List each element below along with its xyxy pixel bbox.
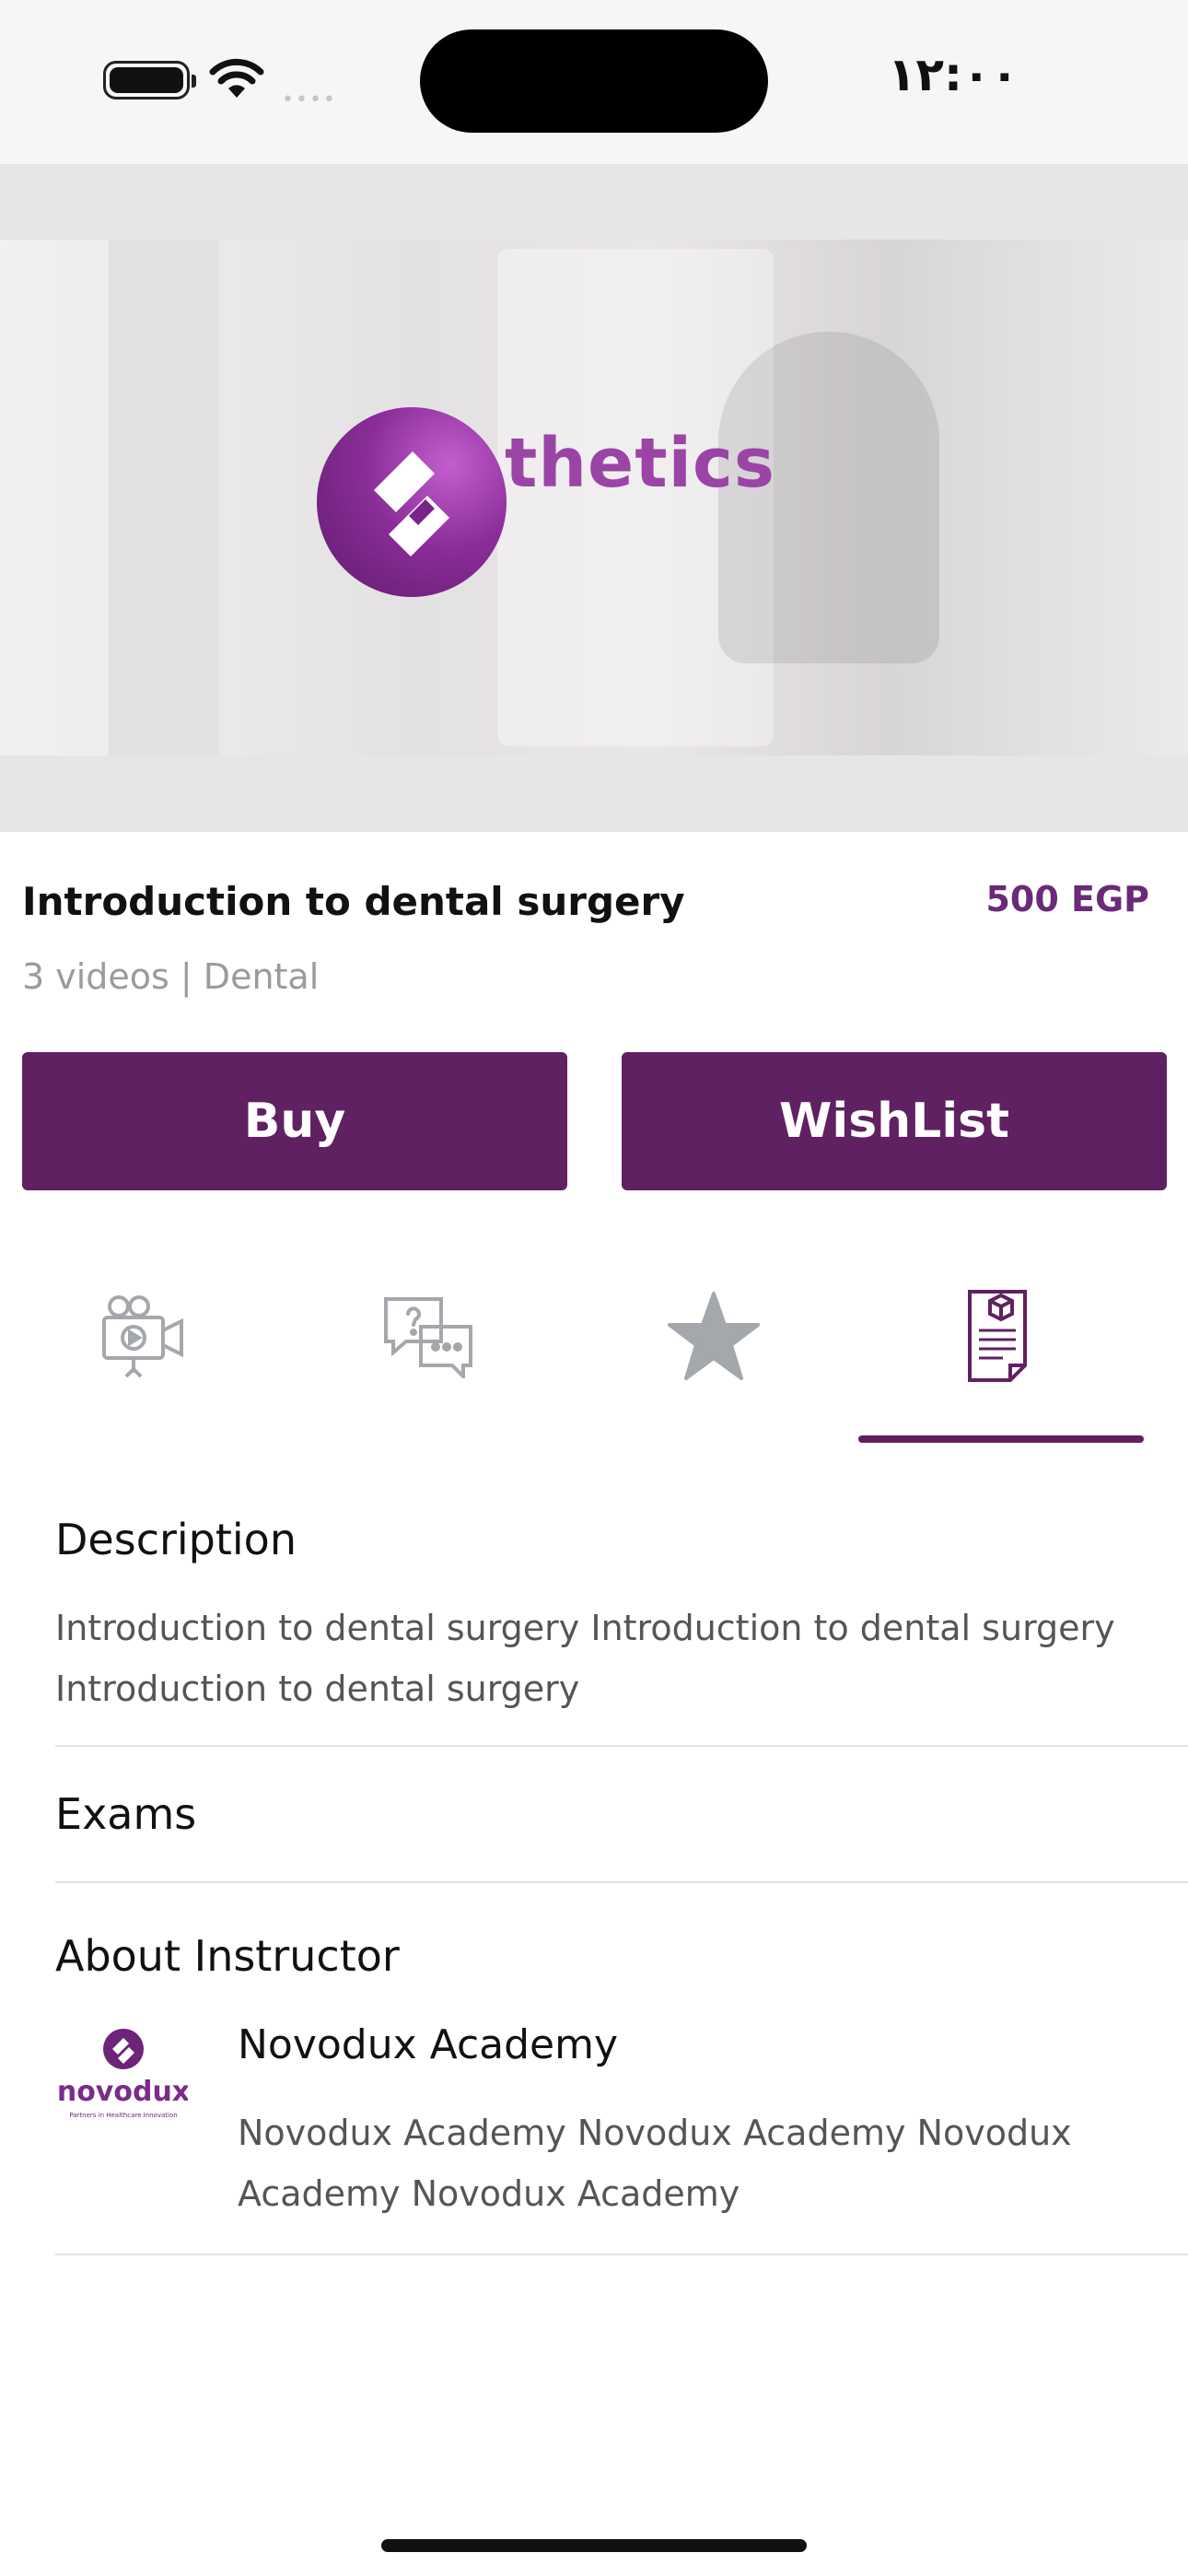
instructor-avatar: novodux Partners in Healthcare Innovatio…: [57, 2027, 190, 2128]
home-indicator[interactable]: [381, 2539, 807, 2552]
course-video-thumbnail[interactable]: thetics: [0, 164, 1188, 832]
status-time: ١٢:٠٠: [887, 48, 1019, 101]
document-icon: [968, 1290, 1027, 1382]
tab-reviews[interactable]: [645, 1271, 783, 1400]
course-price: 500 EGP: [985, 879, 1149, 919]
signal-dots: ••••: [282, 88, 337, 111]
question-chat-icon: [384, 1297, 472, 1378]
tab-videos[interactable]: [74, 1271, 212, 1400]
brand-logo-icon: [317, 407, 507, 597]
wifi-icon: [209, 58, 264, 98]
brand-logo-text: thetics: [505, 424, 775, 503]
tab-details[interactable]: [932, 1271, 1070, 1400]
instructor-bio: Novodux Academy Novodux Academy Novodux …: [238, 2113, 1072, 2214]
buy-button[interactable]: Buy: [22, 1052, 567, 1190]
exams-heading[interactable]: Exams: [55, 1789, 196, 1839]
battery-icon: [103, 61, 196, 100]
description-heading: Description: [55, 1515, 297, 1564]
course-meta: 3 videos | Dental: [22, 956, 320, 997]
instructor-logo-tagline: Partners in Healthcare Innovation: [69, 2112, 177, 2119]
about-instructor-heading: About Instructor: [55, 1931, 400, 1981]
divider: [55, 2254, 1188, 2255]
instructor-name[interactable]: Novodux Academy: [238, 2021, 618, 2068]
wishlist-button[interactable]: WishList: [622, 1052, 1167, 1190]
status-bar: •••• ١٢:٠٠: [0, 0, 1188, 164]
instructor-logo-wordmark: novodux: [59, 2076, 188, 2108]
divider: [55, 1881, 1188, 1883]
star-icon: [668, 1292, 760, 1380]
dynamic-island: [420, 29, 768, 133]
active-tab-indicator: [858, 1435, 1144, 1443]
tab-questions[interactable]: [359, 1271, 497, 1400]
video-camera-icon: [102, 1295, 183, 1378]
description-text: Introduction to dental surgery Introduct…: [55, 1608, 1115, 1709]
course-title: Introduction to dental surgery: [22, 879, 685, 924]
divider: [55, 1745, 1188, 1747]
